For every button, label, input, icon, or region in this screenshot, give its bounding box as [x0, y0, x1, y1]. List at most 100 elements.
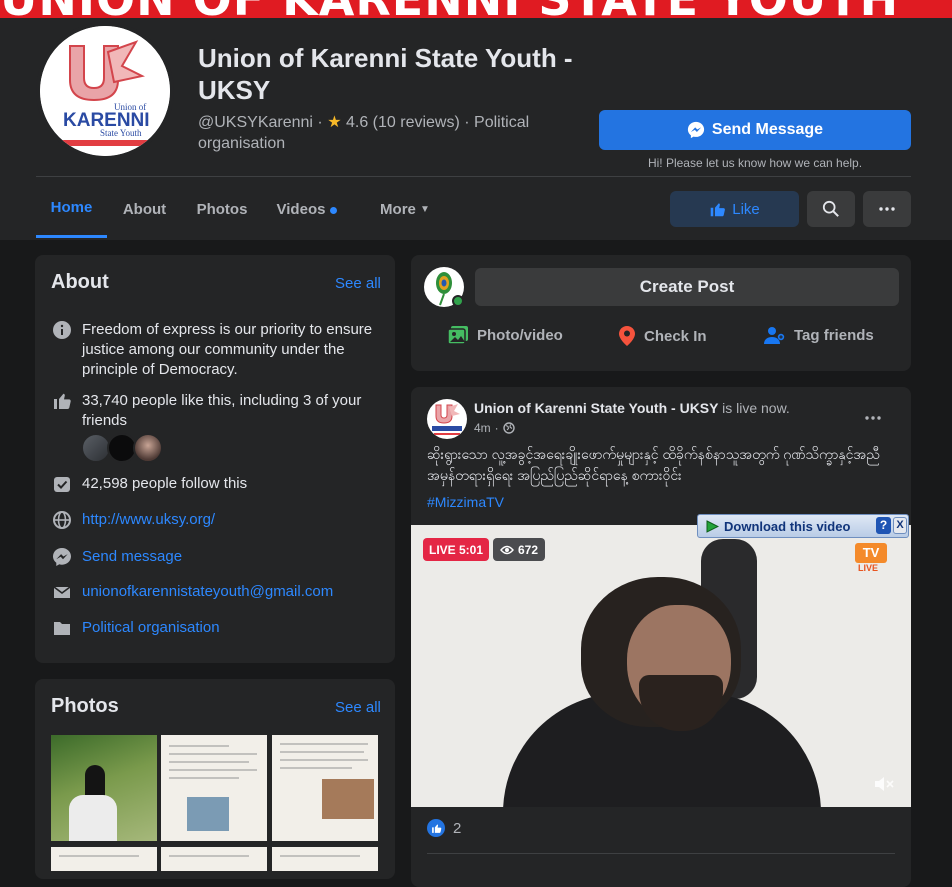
globe-icon — [51, 510, 72, 530]
live-duration-badge: LIVE 5:01 — [423, 538, 490, 561]
about-email-row: unionofkarennistateyouth@gmail.com — [51, 582, 381, 602]
create-post-card: Create Post Photo/video Check In Tag fri… — [411, 255, 911, 371]
tab-about-label: About — [122, 200, 167, 218]
post-actions-divider — [427, 853, 895, 854]
page-avatar[interactable]: Union of KARENNI State Youth — [36, 22, 174, 160]
send-message-label: Send Message — [711, 121, 824, 138]
photo-thumbnail[interactable] — [51, 735, 157, 841]
reaction-count: 2 — [453, 819, 462, 837]
email-icon — [51, 582, 72, 602]
about-heading: About — [51, 271, 109, 293]
about-email-link[interactable]: unionofkarennistateyouth@gmail.com — [82, 582, 333, 602]
live-video-player[interactable]: LIVE 5:01 672 TV LIVE — [411, 525, 911, 807]
page-subtitle: @UKSYKarenni · ★ 4.6 (10 reviews) · Poli… — [198, 114, 530, 152]
user-avatar[interactable] — [424, 267, 464, 307]
about-description: Freedom of express is our priority to en… — [82, 321, 373, 378]
globe-icon — [502, 422, 515, 434]
cover-text: UNION OF KARENNI STATE YOUTH — [0, 0, 899, 18]
messenger-icon — [687, 121, 705, 139]
post-text: ဆိုးရွားသော လူ့အခွင့်အရေးချိုးဖောက်မှုမျ… — [427, 446, 880, 483]
logo-sub-text: State Youth — [100, 128, 142, 138]
photo-thumbnail[interactable] — [272, 735, 378, 841]
like-label: Like — [732, 200, 760, 218]
post-author-name[interactable]: Union of Karenni State Youth - UKSY — [474, 400, 718, 416]
post-author-avatar[interactable] — [427, 399, 467, 439]
post-time[interactable]: 4m — [474, 421, 491, 435]
download-video-button[interactable]: Download this video — [706, 519, 850, 534]
search-page-button[interactable] — [807, 191, 855, 227]
new-content-dot-icon — [330, 207, 338, 214]
tab-videos-label: Videos — [276, 200, 326, 218]
about-message-row: Send message — [51, 547, 381, 567]
about-website-link[interactable]: http://www.uksy.org/ — [82, 510, 215, 530]
post-status: is live now. — [722, 400, 790, 416]
friend-avatar[interactable] — [133, 433, 163, 463]
play-arrow-icon — [706, 519, 719, 533]
post-hashtag[interactable]: #MizzimaTV — [427, 494, 504, 510]
tag-friends-button[interactable]: Tag friends — [764, 325, 874, 345]
photo-video-label: Photo/video — [477, 326, 563, 344]
photo-video-button[interactable]: Photo/video — [447, 325, 563, 345]
create-post-label: Create Post — [639, 277, 735, 296]
tag-people-icon — [764, 327, 785, 344]
post-timestamp[interactable]: 4m · — [474, 421, 515, 435]
like-page-button[interactable]: Like — [670, 191, 799, 227]
photos-see-all-link[interactable]: See all — [335, 699, 381, 716]
more-options-button[interactable] — [863, 191, 911, 227]
messenger-icon — [51, 547, 72, 567]
uksy-logo-icon — [432, 404, 462, 435]
photo-thumbnail[interactable] — [272, 847, 378, 871]
viewer-count: 672 — [518, 542, 539, 557]
post-options-button[interactable] — [865, 407, 881, 425]
about-likes-text[interactable]: 33,740 people like this, including 3 of … — [82, 391, 381, 431]
tab-about[interactable]: About — [112, 180, 177, 238]
friend-avatars — [81, 433, 163, 463]
photo-thumbnail[interactable] — [161, 735, 267, 841]
tab-photos[interactable]: Photos — [187, 180, 257, 238]
about-see-all-link[interactable]: See all — [335, 275, 381, 292]
online-status-icon — [452, 295, 464, 307]
check-in-label: Check In — [644, 327, 707, 345]
photo-thumbnail[interactable] — [51, 847, 157, 871]
speaker-muted-icon — [875, 777, 894, 791]
photos-heading: Photos — [51, 695, 119, 717]
help-icon[interactable]: ? — [876, 517, 891, 534]
about-description-row: Freedom of express is our priority to en… — [51, 320, 381, 380]
about-category-row: Political organisation — [51, 618, 381, 638]
tab-home-label: Home — [50, 199, 93, 216]
tag-friends-label: Tag friends — [794, 326, 874, 344]
about-card: About See all Freedom of express is our … — [35, 255, 395, 663]
about-send-message-link[interactable]: Send message — [82, 547, 182, 567]
cover-photo[interactable]: UNION OF KARENNI STATE YOUTH — [0, 0, 952, 18]
search-icon — [822, 200, 839, 217]
mute-button[interactable] — [873, 775, 895, 798]
check-in-button[interactable]: Check In — [618, 325, 707, 347]
header-divider — [36, 176, 911, 177]
like-reaction-icon — [427, 819, 445, 837]
uksy-logo-icon: Union of KARENNI State Youth — [40, 26, 170, 156]
close-icon[interactable]: X — [893, 517, 907, 534]
tab-home[interactable]: Home — [36, 180, 107, 238]
create-post-button[interactable]: Create Post — [475, 268, 899, 306]
post-author[interactable]: Union of Karenni State Youth - UKSY is l… — [474, 400, 790, 416]
about-follows-row: 42,598 people follow this — [51, 474, 381, 494]
ellipsis-icon — [865, 416, 881, 420]
download-video-bar: Download this video ? X — [697, 514, 909, 538]
page-handle[interactable]: @UKSYKarenni — [198, 114, 313, 131]
download-video-label: Download this video — [724, 518, 851, 534]
location-pin-icon — [619, 326, 635, 346]
send-message-note: Hi! Please let us know how we can help. — [647, 156, 863, 170]
channel-live-text: LIVE — [858, 563, 879, 573]
tab-photos-label: Photos — [196, 200, 248, 218]
tab-videos[interactable]: Videos — [267, 180, 347, 238]
send-message-button[interactable]: Send Message — [599, 110, 911, 150]
reaction-summary[interactable]: 2 — [427, 819, 461, 837]
photo-thumbnail[interactable] — [161, 847, 267, 871]
ellipsis-icon — [879, 207, 895, 211]
page-rating[interactable]: 4.6 (10 reviews) — [346, 114, 460, 131]
about-category-link[interactable]: Political organisation — [82, 618, 220, 638]
about-likes-row: 33,740 people like this, including 3 of … — [51, 391, 381, 431]
page-header: Union of KARENNI State Youth Union of Ka… — [0, 18, 952, 240]
tab-more[interactable]: More ▼ — [366, 180, 444, 238]
star-icon: ★ — [327, 114, 342, 131]
